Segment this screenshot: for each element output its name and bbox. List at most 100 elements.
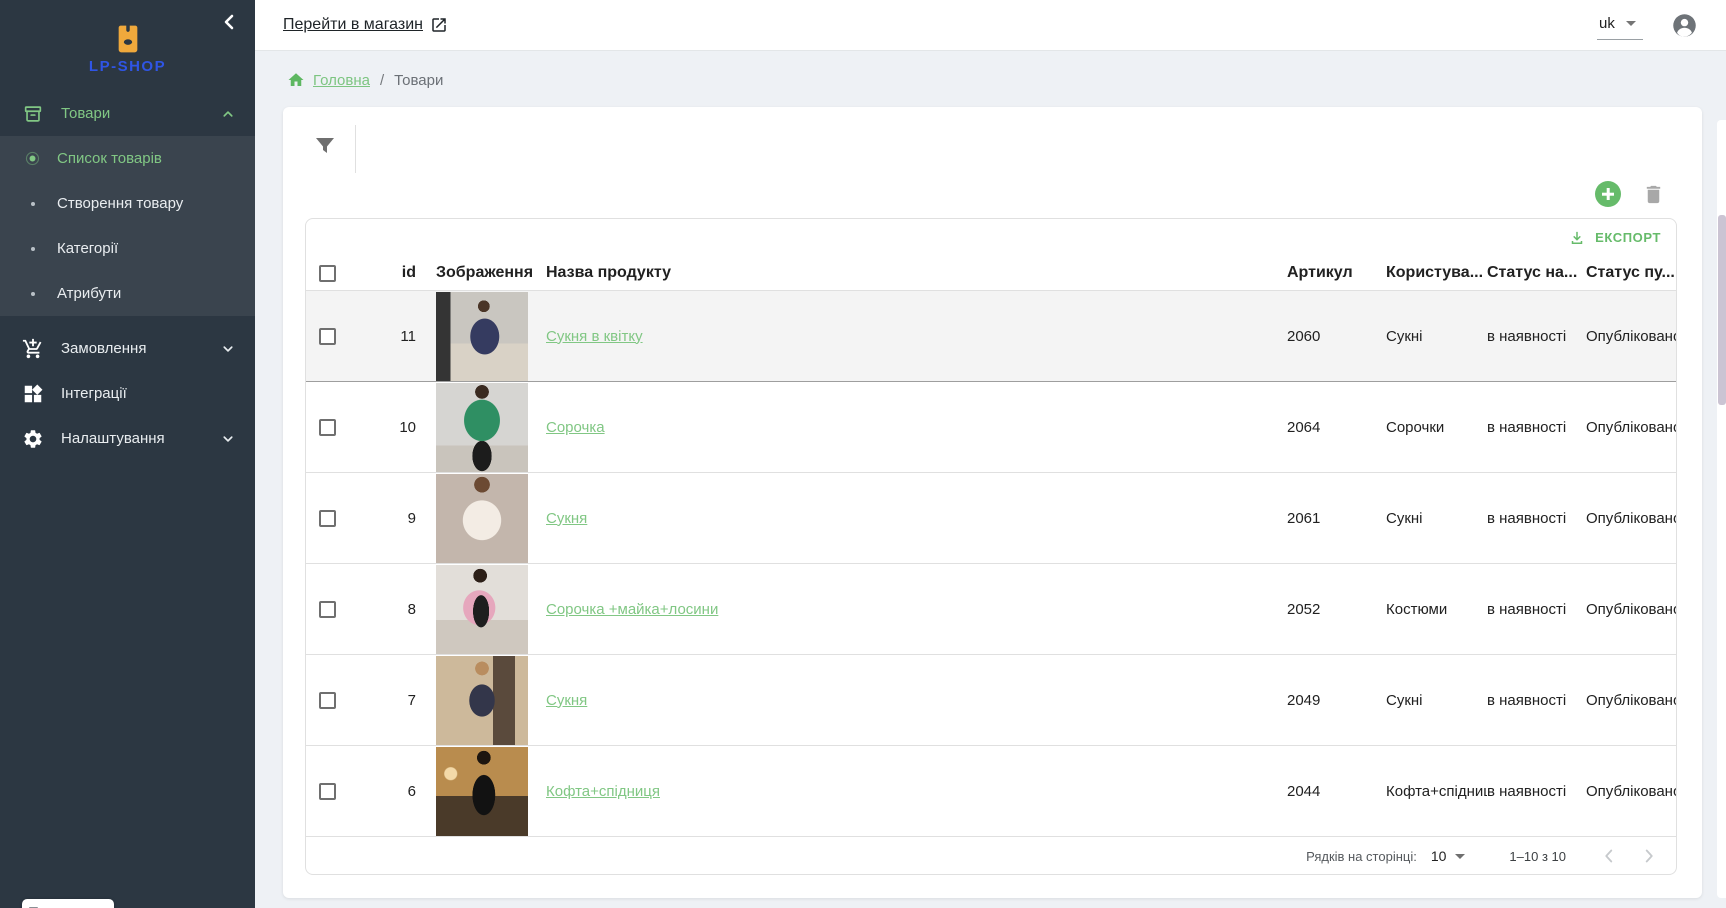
sidebar-item-integrations[interactable]: Інтеграції (0, 371, 255, 416)
row-sku: 2044 (1287, 783, 1386, 800)
row-checkbox[interactable] (319, 510, 336, 527)
product-image[interactable] (436, 565, 528, 654)
caret-down-icon (1626, 21, 1636, 26)
row-id: 8 (354, 601, 436, 618)
row-publish-status: Опубліковано (1586, 783, 1676, 800)
row-category: Костюми (1386, 601, 1487, 618)
row-publish-status: Опубліковано (1586, 692, 1676, 709)
row-checkbox[interactable] (319, 601, 336, 618)
sidebar-item-label: Список товарів (57, 150, 162, 167)
go-to-store-link[interactable]: Перейти в магазин (283, 16, 448, 34)
previous-page-button[interactable] (1596, 843, 1622, 869)
widgets-icon (22, 383, 44, 405)
chevron-up-icon (219, 105, 237, 123)
table-row: 11 Сукня в квітку 2060 Сукні в наявності… (306, 291, 1676, 382)
export-label: ЕКСПОРТ (1595, 230, 1661, 245)
table-row: 6 Кофта+спідниця 2044 Кофта+спідниц в на… (306, 746, 1676, 837)
table-header-row: id Зображення Назва продукту Артикул Кор… (306, 256, 1676, 291)
product-link[interactable]: Кофта+спідниця (546, 783, 660, 800)
external-link-icon (430, 16, 448, 34)
row-publish-status: Опубліковано (1586, 510, 1676, 527)
product-image[interactable] (436, 747, 528, 836)
product-link[interactable]: Сукня (546, 510, 587, 527)
scrollbar-thumb[interactable] (1718, 215, 1726, 405)
column-header-category: Користува... (1386, 264, 1487, 282)
home-icon (287, 71, 305, 89)
column-header-sku: Артикул (1287, 264, 1386, 282)
product-image[interactable] (436, 383, 528, 472)
sidebar-item-product-list[interactable]: Список товарів (0, 136, 255, 181)
row-category: Сукні (1386, 692, 1487, 709)
store-link-label: Перейти в магазин (283, 16, 423, 34)
sidebar: LP-SHOP Товари Список товарі (0, 0, 255, 908)
add-product-button[interactable] (1595, 181, 1621, 207)
row-checkbox[interactable] (319, 783, 336, 800)
sidebar-item-attributes[interactable]: Атрибути (0, 271, 255, 316)
row-checkbox[interactable] (319, 692, 336, 709)
sidebar-item-settings[interactable]: Налаштування (0, 416, 255, 461)
export-button[interactable]: ЕКСПОРТ (1568, 229, 1661, 247)
row-id: 6 (354, 783, 436, 800)
product-link[interactable]: Сорочка +майка+лосини (546, 601, 718, 618)
breadcrumb-home-link[interactable]: Головна (313, 72, 370, 89)
sidebar-item-label: Налаштування (61, 430, 219, 447)
sidebar-item-label: Замовлення (61, 340, 219, 357)
table-body: 11 Сукня в квітку 2060 Сукні в наявності… (306, 291, 1676, 837)
sidebar-item-create-product[interactable]: Створення товару (0, 181, 255, 226)
breadcrumb: Головна / Товари (255, 51, 1726, 89)
scrollbar[interactable] (1717, 120, 1726, 898)
sidebar-item-label: Інтеграції (61, 385, 237, 402)
row-publish-status: Опубліковано (1586, 328, 1676, 345)
select-all-checkbox[interactable] (319, 265, 336, 282)
sidebar-item-categories[interactable]: Категорії (0, 226, 255, 271)
chevron-down-icon (219, 430, 237, 448)
export-bar: ЕКСПОРТ (306, 219, 1676, 256)
product-link[interactable]: Сукня (546, 692, 587, 709)
sidebar-collapse-button[interactable] (217, 10, 241, 34)
products-submenu: Список товарів Створення товару Категорі… (0, 136, 255, 316)
caret-down-icon (1455, 854, 1465, 859)
column-header-stock: Статус на... (1487, 264, 1586, 282)
pagination: Рядків на сторінці: 10 1–10 з 10 (306, 837, 1676, 875)
row-stock-status: в наявності (1487, 328, 1586, 345)
bottom-left-popup[interactable] (22, 899, 114, 908)
rows-per-page-select[interactable]: 10 (1431, 848, 1466, 864)
table-row: 8 Сорочка +майка+лосини 2052 Костюми в н… (306, 564, 1676, 655)
gear-icon (22, 428, 44, 450)
language-select[interactable]: uk (1597, 11, 1643, 40)
sidebar-item-products[interactable]: Товари (0, 91, 255, 136)
table-row: 7 Сукня 2049 Сукні в наявності Опубліков… (306, 655, 1676, 746)
row-sku: 2049 (1287, 692, 1386, 709)
row-sku: 2061 (1287, 510, 1386, 527)
bullet-icon (31, 292, 35, 296)
row-checkbox[interactable] (319, 328, 336, 345)
account-avatar[interactable] (1671, 12, 1698, 39)
row-category: Сорочки (1386, 419, 1487, 436)
sidebar-item-orders[interactable]: Замовлення (0, 326, 255, 371)
product-image[interactable] (436, 292, 528, 381)
delete-icon[interactable] (1642, 183, 1665, 206)
filter-button[interactable] (313, 134, 341, 162)
product-link[interactable]: Сукня в квітку (546, 328, 643, 345)
column-header-publish: Статус пу... (1586, 264, 1676, 282)
sidebar-item-label: Створення товару (57, 195, 183, 212)
sidebar-item-label: Категорії (57, 240, 118, 257)
product-link[interactable]: Сорочка (546, 419, 605, 436)
divider (355, 125, 356, 173)
row-stock-status: в наявності (1487, 783, 1586, 800)
next-page-button[interactable] (1636, 843, 1662, 869)
row-stock-status: в наявності (1487, 692, 1586, 709)
product-image[interactable] (436, 474, 528, 563)
language-value: uk (1599, 15, 1615, 32)
table-row: 10 Сорочка 2064 Сорочки в наявності Опуб… (306, 382, 1676, 473)
column-header-id: id (354, 264, 436, 282)
product-image[interactable] (436, 656, 528, 745)
pagination-range: 1–10 з 10 (1509, 849, 1566, 864)
row-id: 10 (354, 419, 436, 436)
row-checkbox[interactable] (319, 419, 336, 436)
cart-plus-icon (22, 338, 44, 360)
table-actions (1595, 181, 1665, 207)
sidebar-item-label: Атрибути (57, 285, 121, 302)
row-sku: 2052 (1287, 601, 1386, 618)
row-id: 7 (354, 692, 436, 709)
